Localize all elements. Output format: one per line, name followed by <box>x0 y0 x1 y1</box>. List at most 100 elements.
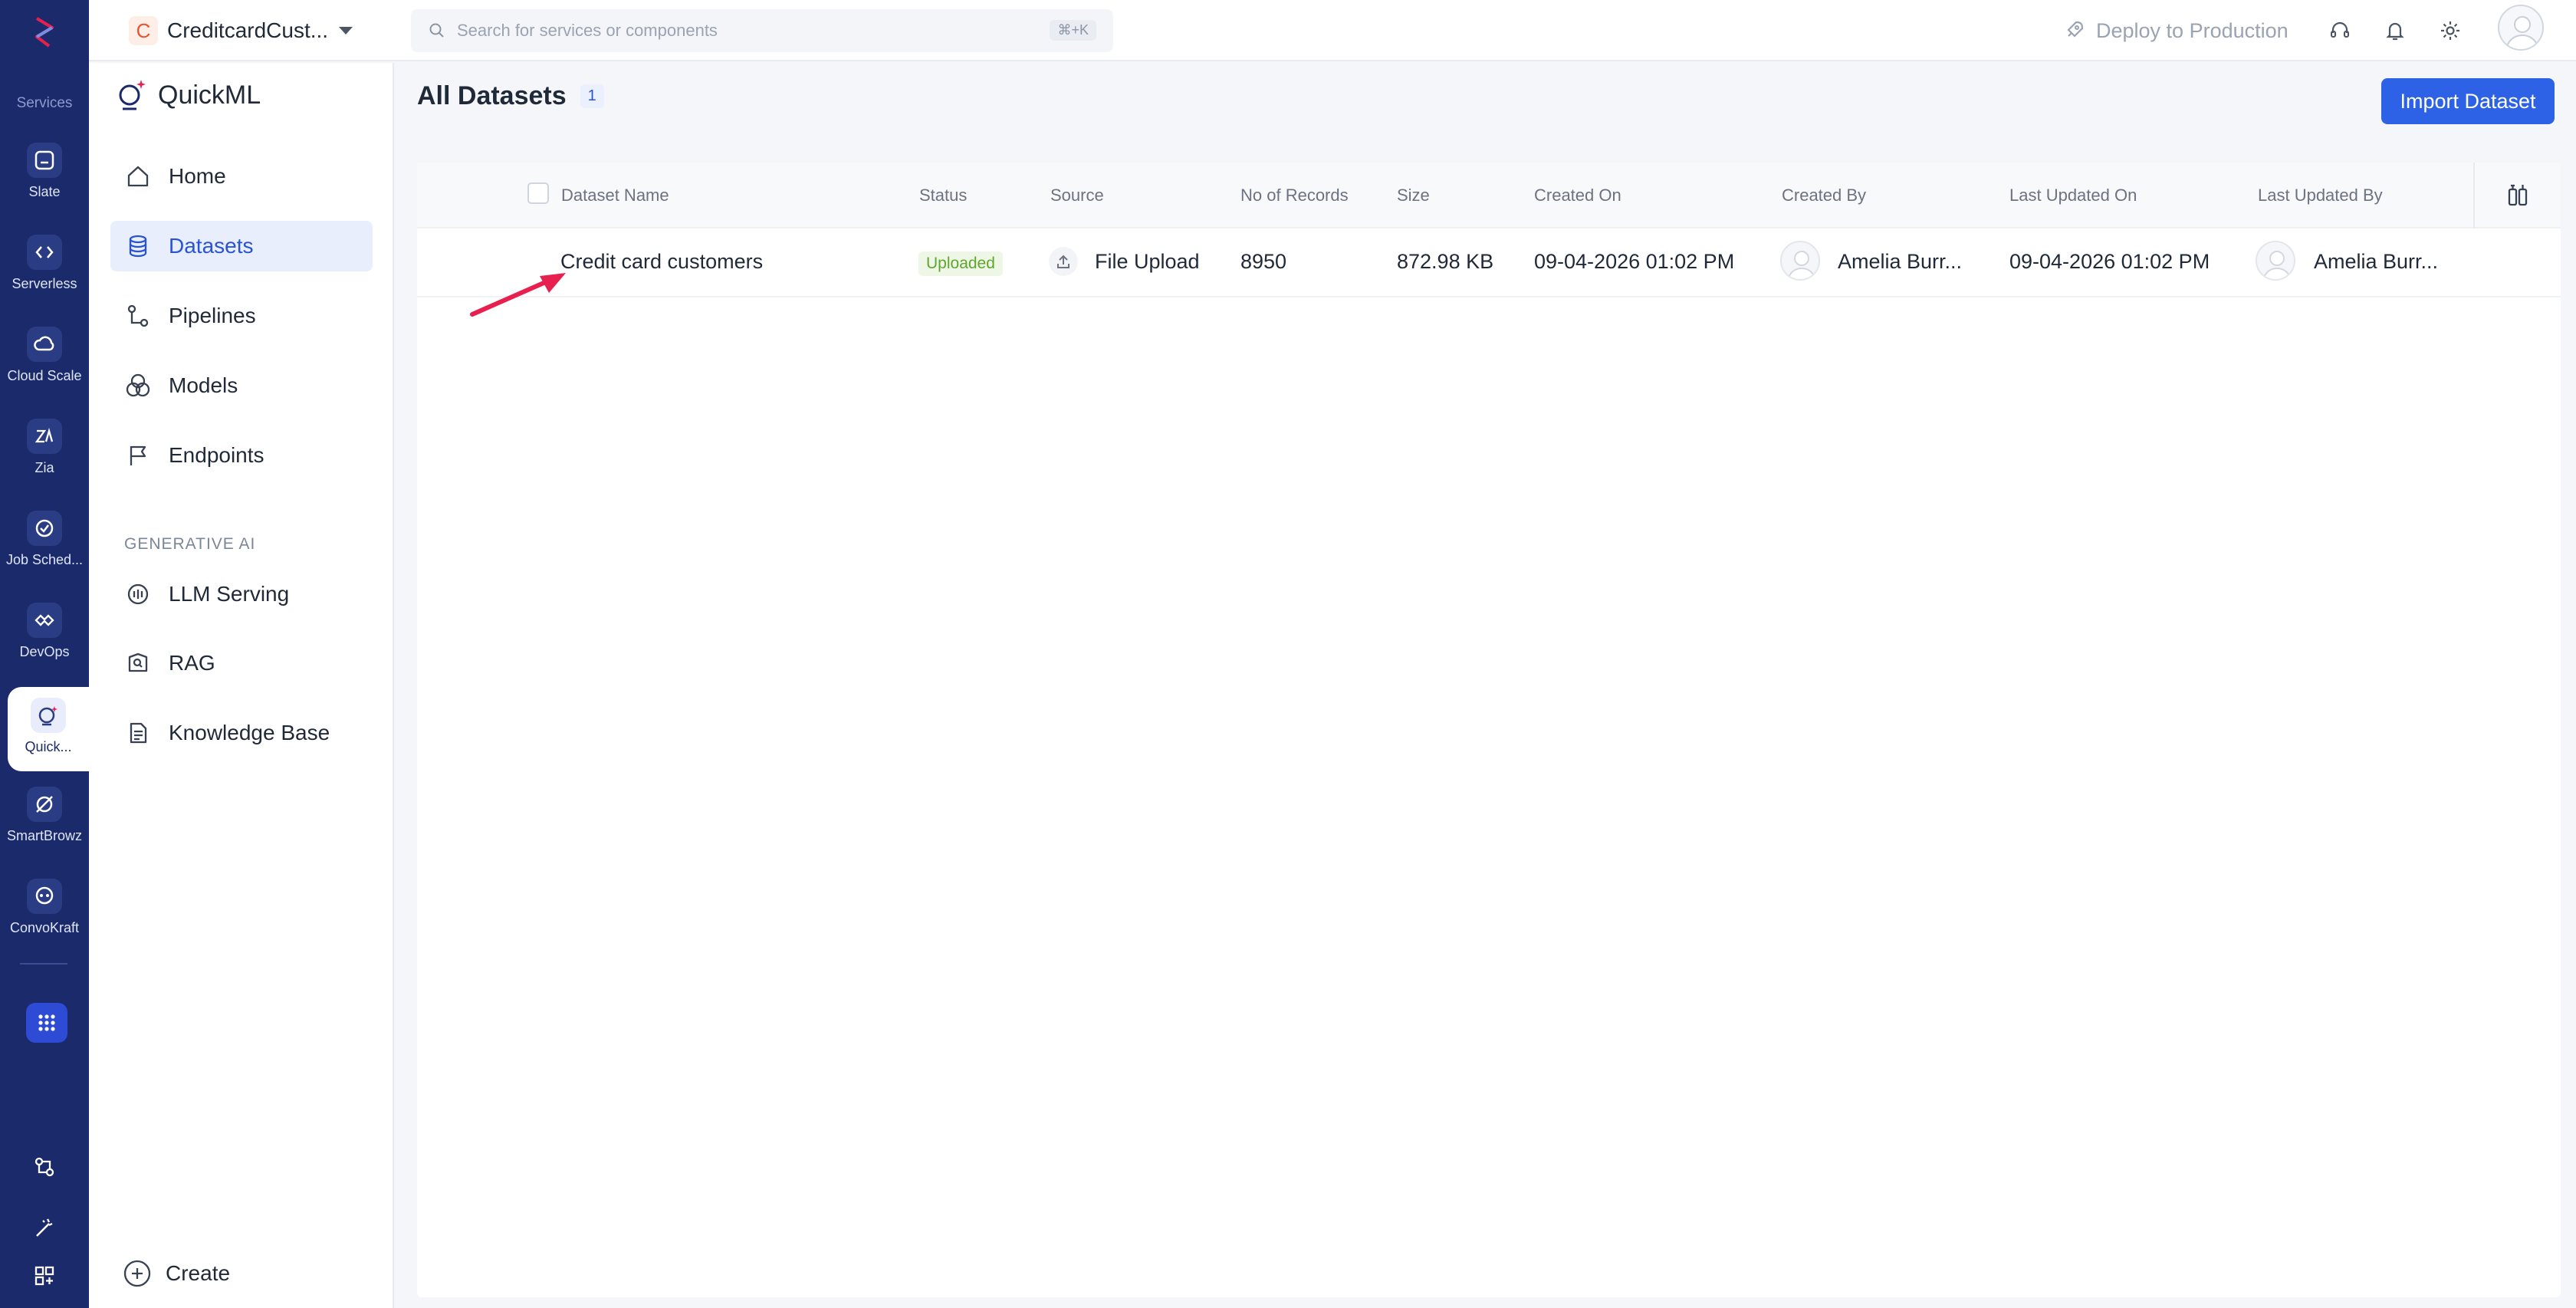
sidebar-item-label: Datasets <box>169 234 254 258</box>
search-icon <box>429 23 444 38</box>
rail-item-cloud-scale[interactable]: Cloud Scale <box>0 327 89 411</box>
rail-item-slate[interactable]: Slate <box>0 143 89 227</box>
quickml-brand: QuickML <box>115 77 261 113</box>
code-icon <box>27 235 62 270</box>
created-by-value: Amelia Burr... <box>1838 250 1963 273</box>
rail-item-label: Zia <box>34 460 54 475</box>
sidebar-item-datasets[interactable]: Datasets <box>110 221 373 271</box>
size-value: 872.98 KB <box>1397 250 1494 273</box>
rail-item-smartbrowz[interactable]: SmartBrowz <box>0 787 89 871</box>
apps-grid-icon[interactable] <box>26 1003 67 1043</box>
devops-icon <box>27 603 62 638</box>
quickml-sidebar: QuickML Home Datasets Pipelines Models E… <box>89 63 394 1308</box>
sidebar-item-models[interactable]: Models <box>110 360 373 411</box>
column-header-created-by[interactable]: Created By <box>1782 186 1866 205</box>
chevron-down-icon <box>339 27 353 35</box>
gear-icon[interactable] <box>2436 17 2464 44</box>
column-header-status[interactable]: Status <box>919 186 967 205</box>
integrations-icon[interactable] <box>29 1152 60 1182</box>
table-row[interactable]: Credit card customers Uploaded File Uplo… <box>417 228 2561 297</box>
rag-icon <box>123 648 153 679</box>
column-header-records[interactable]: No of Records <box>1240 186 1349 205</box>
search-input[interactable]: Search for services or components ⌘+K <box>411 9 1113 52</box>
bot-icon <box>27 879 62 914</box>
magic-wand-icon[interactable] <box>29 1213 60 1244</box>
sidebar-item-endpoints[interactable]: Endpoints <box>110 430 373 481</box>
deploy-button[interactable]: Deploy to Production <box>2062 15 2288 46</box>
table-header: Dataset Name Status Source No of Records… <box>417 163 2561 228</box>
records-value: 8950 <box>1240 250 1287 273</box>
rail-item-label: Quick... <box>25 739 72 754</box>
upload-icon <box>1049 247 1078 276</box>
top-bar: C CreditcardCust... Search for services … <box>89 0 2576 61</box>
brand-name: QuickML <box>158 80 261 110</box>
sidebar-item-rag[interactable]: RAG <box>110 638 373 689</box>
database-icon <box>123 231 153 261</box>
project-name: CreditcardCust... <box>167 18 329 42</box>
column-settings-icon[interactable] <box>2473 163 2561 228</box>
page-title: All Datasets <box>417 81 567 110</box>
rail-item-serverless[interactable]: Serverless <box>0 235 89 319</box>
column-header-created-on[interactable]: Created On <box>1534 186 1622 205</box>
sidebar-item-knowledge-base[interactable]: Knowledge Base <box>110 708 373 758</box>
select-all-checkbox[interactable] <box>527 182 549 204</box>
sidebar-item-home[interactable]: Home <box>110 151 373 202</box>
sidebar-item-label: Pipelines <box>169 304 256 327</box>
catalyst-logo-icon[interactable] <box>26 14 63 51</box>
llm-icon <box>123 579 153 610</box>
document-icon <box>123 718 153 748</box>
search-shortcut: ⌘+K <box>1050 20 1096 41</box>
rail-item-label: DevOps <box>19 644 70 659</box>
project-switcher[interactable]: C CreditcardCust... <box>129 14 353 48</box>
rail-item-label: ConvoKraft <box>9 920 80 935</box>
rail-item-label: Job Sched... <box>5 552 84 567</box>
rail-item-label: Cloud Scale <box>7 368 82 383</box>
generative-ai-section-label: GENERATIVE AI <box>124 535 256 553</box>
created-on-value: 09-04-2026 01:02 PM <box>1534 250 1735 273</box>
rail-item-zia[interactable]: Zia <box>0 419 89 503</box>
services-rail: Services Slate Serverless Cloud Scale Zi… <box>0 0 89 1308</box>
import-dataset-button[interactable]: Import Dataset <box>2381 78 2555 124</box>
column-header-size[interactable]: Size <box>1397 186 1430 205</box>
rail-item-job-scheduling[interactable]: Job Sched... <box>0 511 89 595</box>
column-header-last-updated-on[interactable]: Last Updated On <box>2009 186 2137 205</box>
rail-section-label: Services <box>16 95 73 111</box>
sidebar-item-label: LLM Serving <box>169 582 290 606</box>
project-badge: C <box>129 16 158 45</box>
page-header: All Datasets 1 <box>417 81 604 111</box>
column-header-dataset-name[interactable]: Dataset Name <box>561 186 669 205</box>
plus-circle-icon <box>123 1260 151 1287</box>
pipeline-icon <box>123 301 153 331</box>
search-placeholder: Search for services or components <box>457 21 718 40</box>
home-icon <box>123 161 153 192</box>
sidebar-item-pipelines[interactable]: Pipelines <box>110 291 373 341</box>
column-header-source[interactable]: Source <box>1050 186 1104 205</box>
add-widget-icon[interactable] <box>29 1260 60 1291</box>
dataset-name-link[interactable]: Credit card customers <box>560 250 763 274</box>
last-updated-by-avatar <box>2256 241 2295 281</box>
sidebar-item-label: RAG <box>169 651 215 675</box>
column-header-last-updated-by[interactable]: Last Updated By <box>2258 186 2383 205</box>
created-by-avatar <box>1780 241 1820 281</box>
sidebar-item-llm-serving[interactable]: LLM Serving <box>110 569 373 619</box>
last-updated-by-value: Amelia Burr... <box>2314 250 2439 273</box>
quickml-icon <box>31 698 66 733</box>
flag-icon <box>123 440 153 471</box>
status-badge: Uploaded <box>918 251 1003 276</box>
bell-icon[interactable] <box>2381 17 2409 44</box>
rail-item-devops[interactable]: DevOps <box>0 603 89 687</box>
last-updated-on-value: 09-04-2026 01:02 PM <box>2009 250 2210 273</box>
sidebar-item-label: Knowledge Base <box>169 721 330 744</box>
create-button[interactable]: Create <box>123 1259 230 1288</box>
quickml-logo-icon <box>119 80 146 110</box>
slate-icon <box>27 143 62 178</box>
user-avatar[interactable] <box>2498 5 2544 51</box>
support-headset-icon[interactable] <box>2326 17 2354 44</box>
sidebar-item-label: Models <box>169 373 238 397</box>
rail-item-quickml[interactable]: Quick... <box>8 687 89 771</box>
deploy-label: Deploy to Production <box>2096 18 2288 42</box>
scheduler-icon <box>27 511 62 546</box>
datasets-table: Dataset Name Status Source No of Records… <box>417 163 2561 1297</box>
browser-icon <box>27 787 62 822</box>
rail-item-convokraft[interactable]: ConvoKraft <box>0 879 89 963</box>
